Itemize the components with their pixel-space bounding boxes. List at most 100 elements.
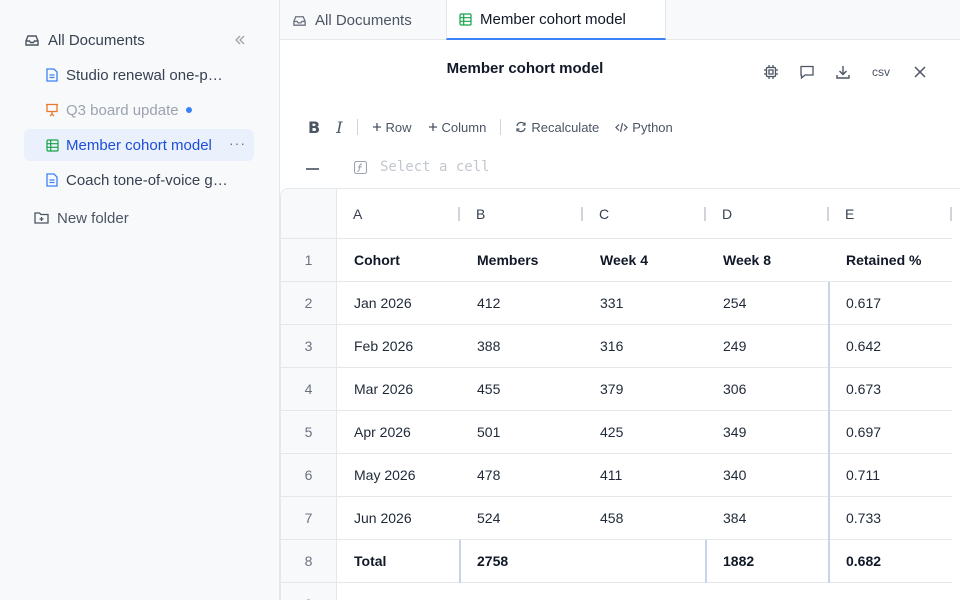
grid-cell[interactable]: 455 (460, 368, 583, 411)
grid-cell[interactable]: 306 (706, 368, 829, 411)
grid-cell[interactable]: Jan 2026 (337, 282, 460, 325)
download-icon (835, 64, 851, 80)
comment-button[interactable] (795, 60, 819, 84)
column-header-b[interactable]: B (460, 189, 583, 239)
sidebar-item-label: Member cohort model (66, 136, 212, 154)
column-header-e[interactable]: E (829, 189, 952, 239)
row-header[interactable]: 5 (281, 411, 337, 454)
grid-cell[interactable]: 388 (460, 325, 583, 368)
sidebar-item-label: Q3 board update (66, 101, 179, 119)
row-header[interactable]: 8 (281, 540, 337, 583)
cpu-chip-icon (763, 64, 779, 80)
column-header-a[interactable]: A (337, 189, 460, 239)
grid-cell[interactable]: Retained % (829, 239, 952, 282)
function-icon (353, 160, 368, 179)
grid-cell[interactable]: 2758 (460, 540, 583, 583)
grid-cell[interactable]: 478 (460, 454, 583, 497)
python-button[interactable]: Python (607, 114, 680, 140)
spreadsheet-grid: A B C D E 123456789 CohortMembersWeek 4We… (280, 188, 960, 600)
collapse-sidebar-icon[interactable] (230, 30, 250, 50)
grid-cell[interactable]: 0.733 (829, 497, 952, 540)
italic-button[interactable]: I (328, 114, 350, 140)
bold-button[interactable]: B (300, 114, 328, 140)
sidebar-item-label: Studio renewal one-p… (66, 66, 223, 84)
grid-cell[interactable]: Feb 2026 (337, 325, 460, 368)
grid-cell[interactable]: 0.682 (829, 540, 952, 583)
row-header[interactable]: 9 (281, 583, 337, 600)
grid-cell[interactable] (829, 583, 952, 600)
column-header-d[interactable]: D (706, 189, 829, 239)
grid-cell[interactable]: 249 (706, 325, 829, 368)
grid-cell[interactable] (583, 540, 706, 583)
python-label: Python (632, 119, 673, 135)
grid-cell[interactable] (337, 583, 460, 600)
grid-cell[interactable]: 0.673 (829, 368, 952, 411)
sidebar-header[interactable]: All Documents (24, 28, 256, 52)
grid-cell[interactable]: 379 (583, 368, 706, 411)
recalculate-button[interactable]: Recalculate (507, 114, 607, 140)
column-header-label: D (722, 205, 733, 222)
grid-cell[interactable]: 524 (460, 497, 583, 540)
tab-member-cohort-model[interactable]: Member cohort model (446, 0, 666, 40)
grid-cell[interactable]: Week 8 (706, 239, 829, 282)
grid-cell[interactable]: 0.617 (829, 282, 952, 325)
grid-cell[interactable]: 0.697 (829, 411, 952, 454)
close-button[interactable] (908, 60, 932, 84)
grid-cell[interactable]: Mar 2026 (337, 368, 460, 411)
grid-cell[interactable]: 331 (583, 282, 706, 325)
grid-cell[interactable]: Total (337, 540, 460, 583)
download-button[interactable] (831, 60, 855, 84)
doc-icon (44, 67, 60, 83)
grid-cell[interactable]: Jun 2026 (337, 497, 460, 540)
formula-bar (280, 152, 960, 182)
sidebar-item-member-cohort-model[interactable]: Member cohort model ··· (24, 129, 254, 161)
add-row-button[interactable]: Row (364, 114, 420, 140)
grid-cell[interactable] (706, 583, 829, 600)
export-csv-button[interactable]: csv (866, 60, 896, 84)
comment-icon (799, 64, 815, 80)
cpu-chip-button[interactable] (759, 60, 783, 84)
grid-cell[interactable]: 1882 (706, 540, 829, 583)
row-header[interactable]: 4 (281, 368, 337, 411)
grid-cell[interactable]: 254 (706, 282, 829, 325)
row-header[interactable]: 7 (281, 497, 337, 540)
formula-input[interactable] (380, 156, 780, 178)
grid-cell[interactable]: Members (460, 239, 583, 282)
grid-cell[interactable]: May 2026 (337, 454, 460, 497)
select-all-corner[interactable] (281, 189, 337, 239)
row-header[interactable]: 2 (281, 282, 337, 325)
add-row-label: Row (385, 119, 412, 135)
column-resize-handle[interactable] (950, 207, 952, 221)
sidebar-item-studio-renewal[interactable]: Studio renewal one-p… (24, 59, 254, 91)
sidebar-item-coach-tone-of-voice[interactable]: Coach tone-of-voice g… (24, 164, 254, 196)
row-header[interactable]: 1 (281, 239, 337, 282)
grid-cell[interactable]: 412 (460, 282, 583, 325)
grid-cell[interactable]: 0.642 (829, 325, 952, 368)
grid-cell[interactable]: Apr 2026 (337, 411, 460, 454)
grid-cell[interactable]: 349 (706, 411, 829, 454)
spreadsheet-icon (44, 137, 60, 153)
grid-cell[interactable]: 316 (583, 325, 706, 368)
grid-cell[interactable] (460, 583, 583, 600)
row-header[interactable]: 6 (281, 454, 337, 497)
tab-all-documents[interactable]: All Documents (292, 0, 412, 40)
document-title: Member cohort model (446, 60, 604, 77)
grid-cell[interactable]: Cohort (337, 239, 460, 282)
grid-cell[interactable]: 411 (583, 454, 706, 497)
grid-cell[interactable]: 501 (460, 411, 583, 454)
grid-cell[interactable]: 340 (706, 454, 829, 497)
add-column-button[interactable]: Column (420, 114, 495, 140)
row-header[interactable]: 3 (281, 325, 337, 368)
collapse-icon[interactable] (306, 168, 319, 170)
new-folder-button[interactable]: New folder (34, 206, 129, 230)
column-header-c[interactable]: C (583, 189, 706, 239)
grid-cell[interactable] (583, 583, 706, 600)
grid-cell[interactable]: 0.711 (829, 454, 952, 497)
grid-cell[interactable]: 384 (706, 497, 829, 540)
grid-cell[interactable]: 425 (583, 411, 706, 454)
more-options-icon[interactable]: ··· (229, 135, 246, 151)
grid-cell[interactable]: 458 (583, 497, 706, 540)
grid-cell[interactable]: Week 4 (583, 239, 706, 282)
cell-border-highlight (705, 540, 707, 583)
sidebar-item-q3-board-update[interactable]: Q3 board update (24, 94, 254, 126)
